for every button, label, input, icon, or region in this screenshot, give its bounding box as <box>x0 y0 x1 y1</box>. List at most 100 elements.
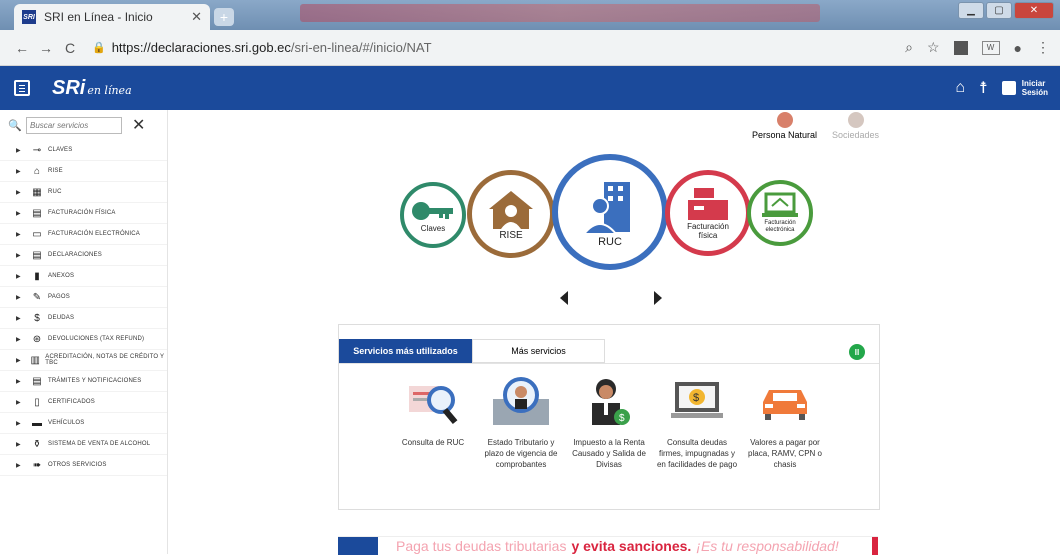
tabs-divider <box>339 363 879 364</box>
service-consulta-deudas[interactable]: $ Consulta deudas firmes, impugnadas y e… <box>653 373 741 470</box>
expand-arrow-icon: ▶ <box>16 315 21 322</box>
expand-arrow-icon: ▶ <box>16 294 21 301</box>
sidebar-item[interactable]: ▶ ▯ CERTIFICADOS <box>0 392 167 413</box>
sidebar-item[interactable]: ▶ ⌂ RISE <box>0 161 167 182</box>
persona-natural-label: Persona Natural <box>752 130 818 140</box>
extension-2-icon[interactable]: W <box>981 40 1000 55</box>
service-items: Consulta de RUC Estado Tributario y plaz… <box>389 373 829 470</box>
debt-banner[interactable]: Paga tus deudas tributarias y evita sanc… <box>338 536 878 555</box>
claves-circle[interactable]: Claves <box>400 182 466 248</box>
laptop-icon: ▭ <box>32 228 42 240</box>
profile-icon[interactable]: ● <box>1014 40 1022 56</box>
pause-carousel-icon[interactable]: II <box>849 344 865 360</box>
url-host: https://declaraciones.sri.gob.ec <box>111 40 291 55</box>
url-field[interactable]: https://declaraciones.sri.gob.ec/sri-en-… <box>112 40 905 55</box>
sidebar-item-label: FACTURACIÓN ELECTRÓNICA <box>48 231 140 237</box>
close-sidebar-icon[interactable]: ✕ <box>132 115 145 135</box>
rise-circle[interactable]: RISE <box>467 170 555 258</box>
sidebar-item[interactable]: ▶ ▬ VEHÍCULOS <box>0 413 167 434</box>
close-window-button[interactable]: ✕ <box>1014 2 1054 19</box>
home-icon[interactable]: ⌂ <box>955 79 965 97</box>
service-impuesto-renta[interactable]: $ Impuesto a la Renta Causado y Salida d… <box>565 373 653 470</box>
titlebar-decoration <box>300 4 820 22</box>
persona-natural-toggle[interactable]: Persona Natural <box>752 112 817 140</box>
ruc-label: RUC <box>598 235 622 248</box>
laptop-invoice-icon <box>762 192 798 217</box>
carousel-prev-icon[interactable] <box>560 291 568 305</box>
sidebar-item[interactable]: ▶ ▤ TRÁMITES Y NOTIFICACIONES <box>0 371 167 392</box>
certificate-icon: ▯ <box>34 396 40 408</box>
ruc-circle[interactable]: RUC <box>552 154 668 270</box>
window-controls: ▁ ▢ ✕ <box>958 2 1054 19</box>
tab-more-services[interactable]: Más servicios <box>472 339 605 363</box>
menu-toggle-icon[interactable] <box>14 80 30 96</box>
extension-icon[interactable] <box>953 40 968 55</box>
sidebar-item[interactable]: ▶ ▥ ACREDITACIÓN, NOTAS DE CRÉDITO Y TBC <box>0 350 167 371</box>
sidebar-item[interactable]: ▶ ✎ PAGOS <box>0 287 167 308</box>
sidebar-item-label: ACREDITACIÓN, NOTAS DE CRÉDITO Y TBC <box>45 354 165 366</box>
search-input[interactable] <box>26 116 122 134</box>
fact-fisica-label: Facturación física <box>687 222 729 240</box>
persona-natural-icon <box>776 112 793 128</box>
sidebar-item-label: DECLARACIONES <box>48 252 102 258</box>
back-icon[interactable]: ← <box>10 40 34 56</box>
sidebar-item[interactable]: ▶ ⊸ CLAVES <box>0 140 167 161</box>
sidebar-item[interactable]: ▶ ⊛ DEVOLUCIONES (TAX REFUND) <box>0 329 167 350</box>
browser-tab[interactable]: SRI SRI en Línea - Inicio ✕ <box>14 4 210 30</box>
car-icon <box>755 373 815 429</box>
svg-text:$: $ <box>693 392 699 404</box>
facturacion-fisica-circle[interactable]: Facturación física <box>665 170 751 256</box>
zoom-icon[interactable]: ⌕ <box>905 39 913 56</box>
sidebar-item[interactable]: ▶ ➠ OTROS SERVICIOS <box>0 455 167 476</box>
accessibility-icon[interactable]: ☨ <box>979 78 988 98</box>
service-estado-tributario[interactable]: Estado Tributario y plazo de vigencia de… <box>477 373 565 470</box>
sidebar-search: 🔍 ✕ <box>0 110 167 140</box>
new-tab-button[interactable]: + <box>214 8 234 26</box>
banner-icon <box>338 536 378 555</box>
sidebar-item-label: VEHÍCULOS <box>48 420 85 426</box>
sociedades-toggle[interactable]: Sociedades <box>832 112 879 140</box>
logo-text: SRi <box>52 76 86 99</box>
expand-arrow-icon: ▶ <box>16 252 21 259</box>
sidebar-item[interactable]: ▶ ▮ ANEXOS <box>0 266 167 287</box>
minimize-button[interactable]: ▁ <box>958 2 984 19</box>
sri-logo[interactable]: SRi en línea <box>52 77 132 100</box>
sidebar-item[interactable]: ▶ ▤ DECLARACIONES <box>0 245 167 266</box>
sidebar-item[interactable]: ▶ ▤ FACTURACIÓN FÍSICA <box>0 203 167 224</box>
expand-arrow-icon: ▶ <box>16 273 21 280</box>
banner-text-1: Paga tus deudas tributarias <box>396 537 567 554</box>
sidebar-item-label: ANEXOS <box>48 273 75 279</box>
svg-text:$: $ <box>619 413 625 424</box>
maximize-button[interactable]: ▢ <box>986 2 1012 19</box>
bookmark-star-icon[interactable]: ☆ <box>927 39 940 56</box>
office-icon: ▦ <box>32 186 42 198</box>
favicon: SRI <box>22 10 36 24</box>
sidebar-item-label: DEUDAS <box>48 315 75 321</box>
facturacion-electronica-circle[interactable]: Facturación electrónica <box>747 180 813 246</box>
sidebar-item[interactable]: ▶ ▭ FACTURACIÓN ELECTRÓNICA <box>0 224 167 245</box>
login-button[interactable]: Iniciar Sesión <box>1001 79 1048 97</box>
sidebar-item-label: CERTIFICADOS <box>48 399 95 405</box>
app-header: SRi en línea ⌂ ☨ Iniciar Sesión <box>0 66 1060 110</box>
sidebar-item[interactable]: ▶ ⚱ SISTEMA DE VENTA DE ALCOHOL <box>0 434 167 455</box>
tab-most-used[interactable]: Servicios más utilizados <box>339 339 472 363</box>
service-label: Consulta deudas firmes, impugnadas y en … <box>656 438 738 469</box>
forward-icon[interactable]: → <box>34 40 58 56</box>
sidebar-item[interactable]: ▶ $ DEUDAS <box>0 308 167 329</box>
expand-arrow-icon: ▶ <box>16 147 21 154</box>
magnifier-document-icon <box>403 373 463 429</box>
key-icon <box>412 201 453 220</box>
more-menu-icon[interactable]: ⋮ <box>1036 39 1050 56</box>
reload-icon[interactable]: C <box>58 40 82 56</box>
tab-close-icon[interactable]: ✕ <box>191 9 202 25</box>
carousel-next-icon[interactable] <box>654 291 662 305</box>
service-consulta-ruc[interactable]: Consulta de RUC <box>389 373 477 470</box>
expand-arrow-icon: ▶ <box>16 210 21 217</box>
claves-label: Claves <box>420 223 446 233</box>
browser-titlebar: SRI SRI en Línea - Inicio ✕ + ▁ ▢ ✕ <box>0 0 1060 30</box>
service-valores-placa[interactable]: Valores a pagar por placa, RAMV, CPN o c… <box>741 373 829 470</box>
rise-label: RISE <box>499 229 523 241</box>
sociedades-icon <box>847 112 864 128</box>
service-label: Estado Tributario y plazo de vigencia de… <box>484 438 558 469</box>
sidebar-item[interactable]: ▶ ▦ RUC <box>0 182 167 203</box>
